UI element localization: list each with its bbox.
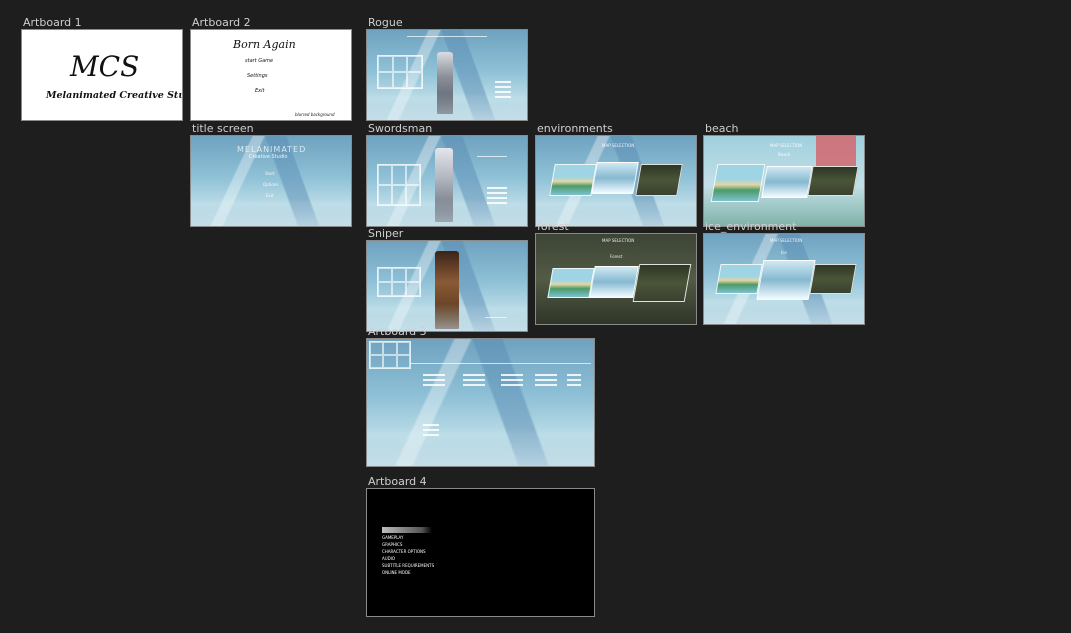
artboard-label[interactable]: Artboard 3 — [368, 325, 427, 338]
ability-grid — [377, 267, 421, 297]
stats-column-3 — [501, 371, 523, 389]
map-selection-header: MAP SELECTION — [770, 143, 803, 148]
artboard-artboard-4[interactable]: Artboard 4 GAMEPLAY GRAPHICS CHARACTER O… — [366, 475, 595, 617]
character-figure — [435, 251, 459, 329]
header-ui-line — [411, 363, 591, 364]
artboard-artboard-3[interactable]: Artboard 3 — [366, 325, 595, 467]
artboard-label[interactable]: Rogue — [368, 16, 403, 29]
artboard-beach[interactable]: beach MAP SELECTION Beach — [703, 122, 865, 227]
stats-column-1 — [423, 371, 445, 389]
artboard-thumbnail: MELANIMATED Creative Studio Start Option… — [190, 135, 352, 227]
menu-graphics: GRAPHICS — [382, 542, 403, 547]
artboard-label[interactable]: title screen — [192, 122, 254, 135]
sketch-menu-item: start Game — [245, 58, 274, 64]
artboard-forest[interactable]: forest MAP SELECTION Forest — [535, 220, 697, 325]
map-selection-header: MAP SELECTION — [770, 238, 803, 243]
menu-gameplay: GAMEPLAY — [382, 535, 404, 540]
menu-exit: Exit — [266, 193, 274, 198]
artboard-thumbnail — [366, 29, 528, 121]
stats-column-4 — [535, 371, 557, 389]
sketch-menu-item: Exit — [255, 88, 265, 94]
sketch-title: Born Again — [233, 38, 296, 51]
artboard-thumbnail: MCS Melanimated Creative Studio — [21, 29, 183, 121]
logo-mcs: MCS — [70, 50, 140, 83]
artboard-label[interactable]: Artboard 2 — [192, 16, 251, 29]
ability-grid — [377, 164, 421, 206]
artboard-rogue[interactable]: Rogue — [366, 16, 528, 121]
map-card-ice — [589, 266, 639, 298]
artboard-artboard-1[interactable]: Artboard 1 MCS Melanimated Creative Stud… — [21, 16, 183, 121]
title-text: MELANIMATED — [237, 145, 307, 154]
bottom-ui-line — [485, 317, 507, 318]
map-card-forest — [632, 264, 692, 302]
top-ui-line — [477, 156, 507, 157]
artboard-label[interactable]: beach — [705, 122, 739, 135]
artboard-label[interactable]: ice_environment — [705, 220, 796, 233]
ability-grid — [369, 341, 411, 369]
menu-online-mode: ONLINE MODE — [382, 570, 411, 575]
artboard-label[interactable]: forest — [537, 220, 569, 233]
artboard-thumbnail: Born Again start Game Settings Exit blur… — [190, 29, 352, 121]
map-card-forest — [807, 166, 859, 196]
artboard-thumbnail — [366, 135, 528, 227]
selected-map-name: Ice — [781, 250, 787, 255]
menu-subtitle-requirements: SUBTITLE REQUIREMENTS — [382, 563, 435, 568]
menu-start: Start — [265, 171, 275, 176]
artboard-label[interactable]: Sniper — [368, 227, 403, 240]
map-card-forest — [809, 264, 857, 294]
map-card-ice — [591, 162, 639, 194]
map-card-beach — [715, 264, 763, 294]
artboard-thumbnail — [366, 338, 595, 467]
menu-character-options: CHARACTER OPTIONS — [382, 549, 426, 554]
artboard-thumbnail — [366, 240, 528, 332]
map-card-ice — [756, 260, 816, 300]
artboard-thumbnail: MAP SELECTION Beach — [703, 135, 865, 227]
menu-audio: AUDIO — [382, 556, 396, 561]
subtitle-text: Creative Studio — [249, 154, 288, 160]
artboard-label[interactable]: Artboard 4 — [368, 475, 427, 488]
logo-studio-name: Melanimated Creative Studio — [46, 90, 182, 101]
stat-bars — [495, 78, 511, 101]
artboard-swordsman[interactable]: Swordsman — [366, 122, 528, 227]
character-figure — [437, 52, 453, 114]
artboard-label[interactable]: Swordsman — [368, 122, 432, 135]
artboard-ice-environment[interactable]: ice_environment MAP SELECTION Ice — [703, 220, 865, 325]
ability-grid — [377, 55, 423, 89]
map-card-beach — [547, 268, 595, 298]
map-selection-header: MAP SELECTION — [602, 143, 635, 148]
menu-highlight-bar — [382, 527, 432, 533]
artboard-label[interactable]: environments — [537, 122, 613, 135]
map-card-beach — [710, 164, 766, 202]
map-selection-header: MAP SELECTION — [602, 238, 635, 243]
artboard-sniper[interactable]: Sniper — [366, 227, 528, 332]
stats-lower — [423, 421, 439, 439]
map-card-beach — [549, 164, 597, 196]
artboard-label[interactable]: Artboard 1 — [23, 16, 82, 29]
sketch-menu-item: Settings — [247, 73, 268, 79]
artboard-thumbnail: MAP SELECTION Forest — [535, 233, 697, 325]
map-card-forest — [635, 164, 683, 196]
artboard-title-screen[interactable]: title screen MELANIMATED Creative Studio… — [190, 122, 352, 227]
stats-column-5 — [567, 371, 581, 389]
top-ui-line — [407, 36, 487, 37]
selected-map-name: Forest — [610, 254, 623, 259]
artboard-thumbnail: GAMEPLAY GRAPHICS CHARACTER OPTIONS AUDI… — [366, 488, 595, 617]
stats-column-2 — [463, 371, 485, 389]
artboard-thumbnail: MAP SELECTION — [535, 135, 697, 227]
menu-options: Options — [263, 182, 279, 187]
selected-map-name: Beach — [778, 152, 791, 157]
stat-bars — [487, 184, 507, 207]
artboard-environments[interactable]: environments MAP SELECTION — [535, 122, 697, 227]
artboard-thumbnail: MAP SELECTION Ice — [703, 233, 865, 325]
character-figure — [435, 148, 453, 222]
sketch-note: blurred background — [295, 112, 335, 117]
artboard-artboard-2[interactable]: Artboard 2 Born Again start Game Setting… — [190, 16, 352, 121]
map-card-ice — [761, 166, 813, 198]
